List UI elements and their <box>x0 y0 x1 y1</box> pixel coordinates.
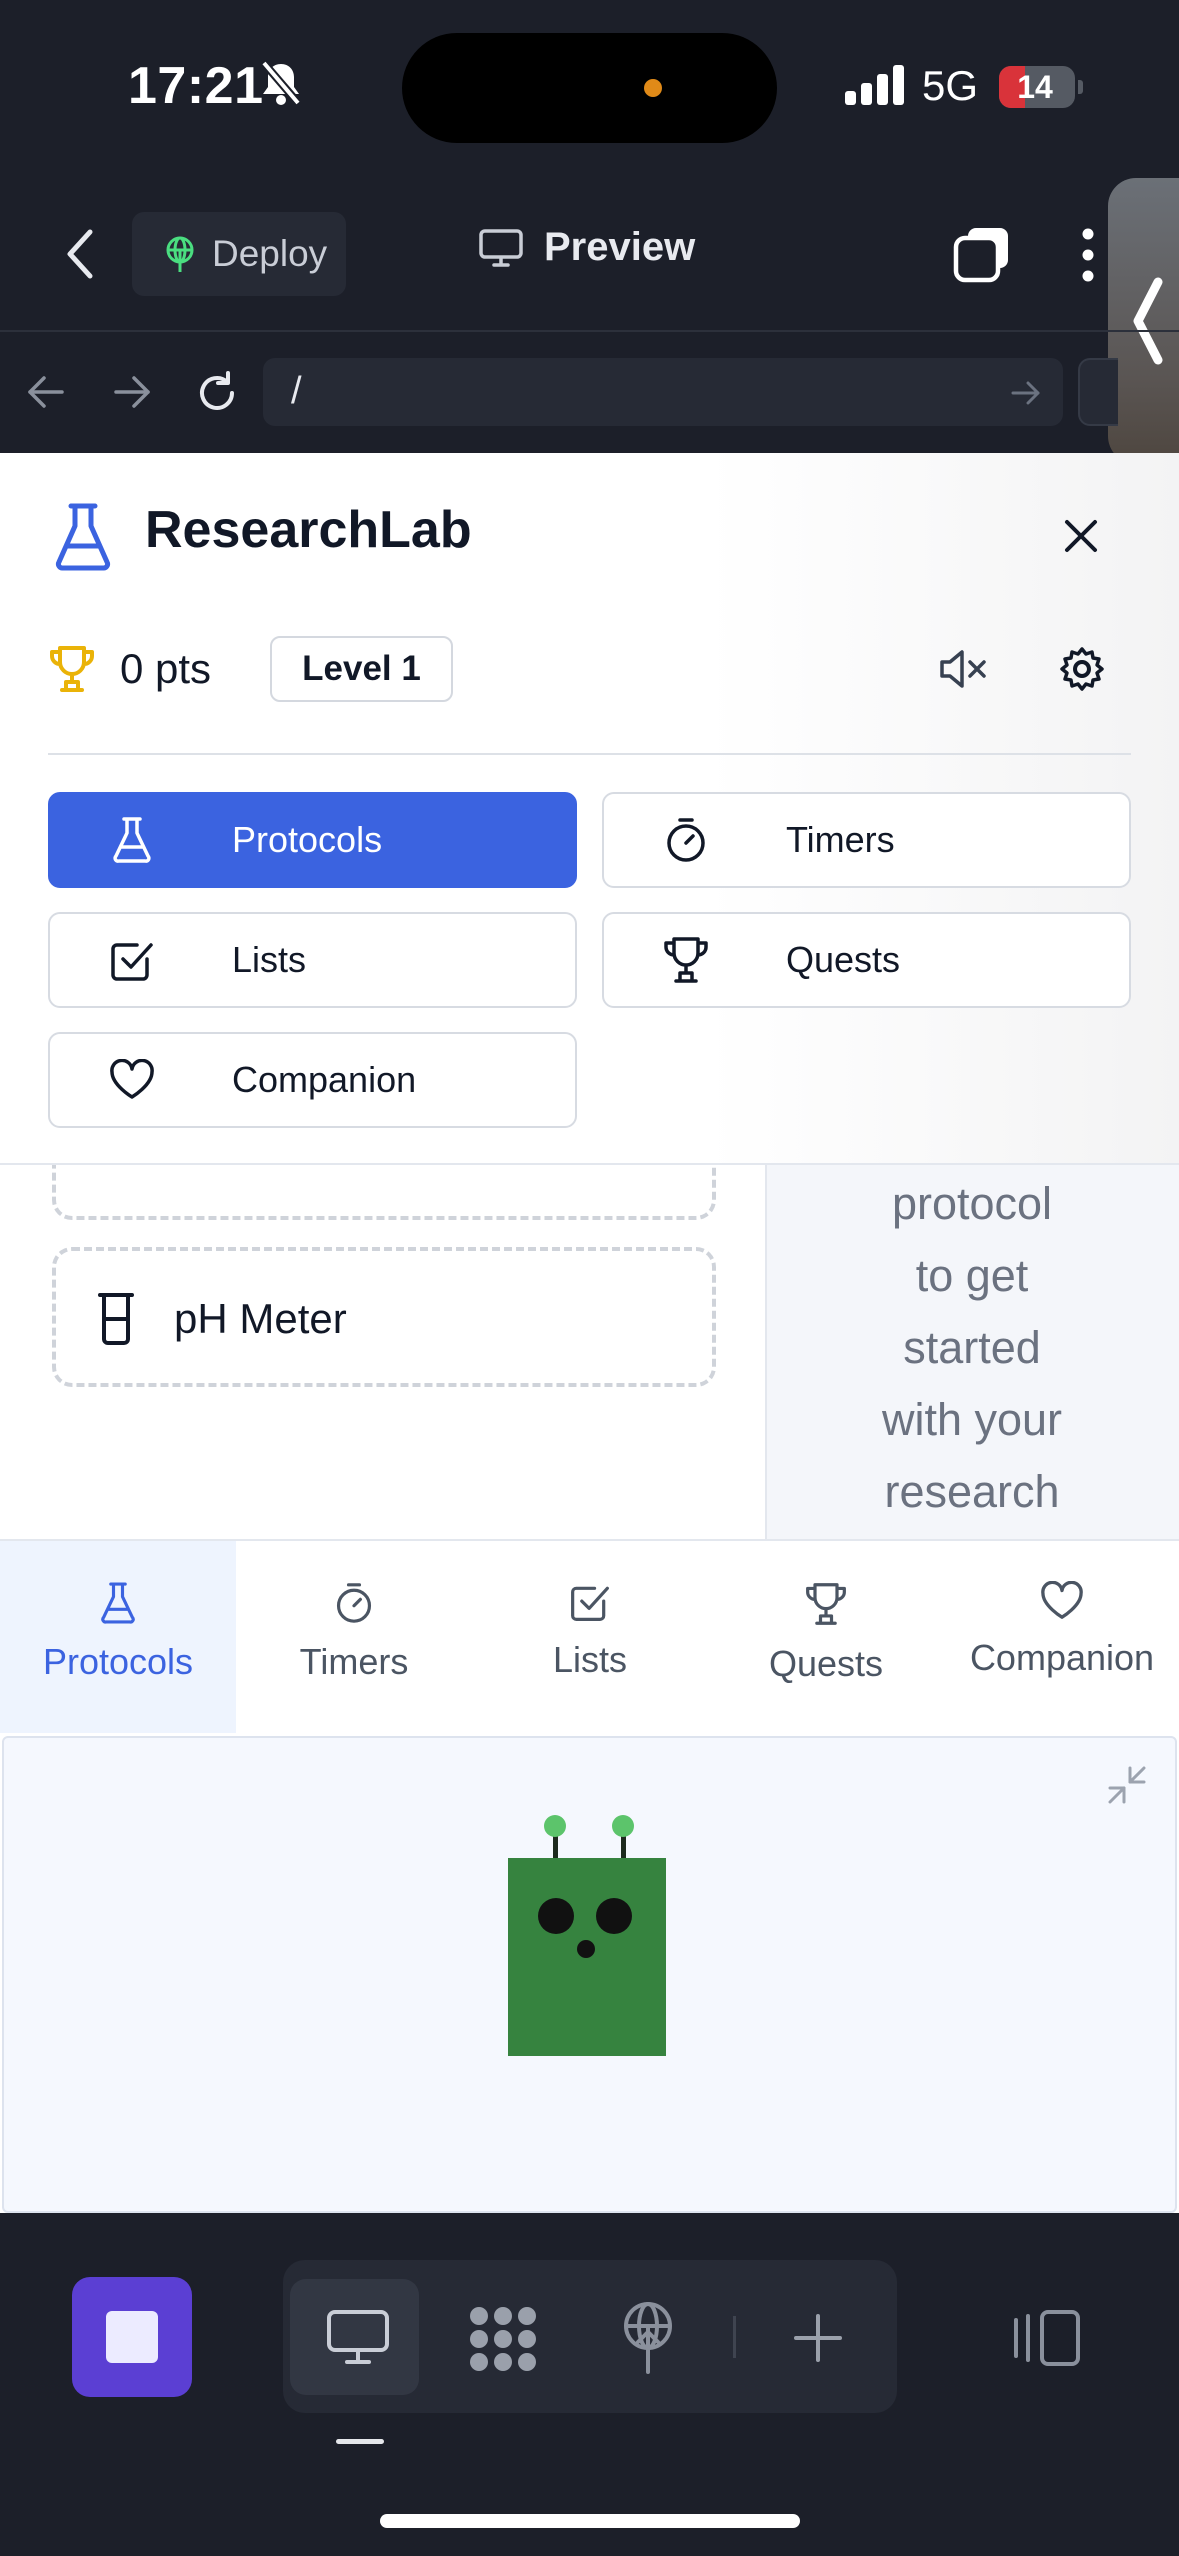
checkbox-icon <box>102 937 162 983</box>
trophy-icon <box>656 935 716 985</box>
minimize-icon[interactable] <box>1106 1764 1148 1806</box>
tab-protocols[interactable]: Protocols <box>0 1541 236 1733</box>
hint-line: research <box>884 1466 1060 1517</box>
heart-icon <box>102 1059 162 1101</box>
robot-antenna-tip <box>612 1815 634 1837</box>
dynamic-island <box>402 33 777 143</box>
protocol-hint-text: protocol to get started with your resear… <box>765 1165 1179 1528</box>
robot-eye <box>596 1898 632 1934</box>
trophy-points-icon <box>48 644 96 694</box>
flask-icon <box>100 1581 136 1625</box>
stop-icon <box>106 2311 158 2363</box>
plus-icon[interactable] <box>792 2312 844 2364</box>
home-indicator <box>380 2514 800 2528</box>
side-panel-handle[interactable] <box>1108 178 1179 464</box>
hint-line: protocol <box>891 1178 1053 1229</box>
split-view-icon[interactable] <box>1012 2308 1082 2368</box>
arrow-right-icon[interactable] <box>112 374 152 410</box>
go-arrow-icon[interactable] <box>1010 380 1042 406</box>
battery-percent: 14 <box>1017 69 1053 105</box>
nav-label: Lists <box>232 939 307 980</box>
hint-line: with your <box>881 1394 1063 1445</box>
nav-label: Protocols <box>232 819 383 860</box>
trophy-icon <box>804 1581 848 1627</box>
level-badge: Level 1 <box>270 636 453 702</box>
monitor-icon[interactable] <box>325 2308 391 2366</box>
nav-label: Timers <box>786 819 895 860</box>
tab-label: Timers <box>299 1641 409 1682</box>
deploy-button[interactable]: Deploy <box>132 212 346 296</box>
flask-icon <box>102 816 162 864</box>
tab-label: Companion <box>969 1637 1155 1678</box>
nav-quests[interactable]: Quests <box>602 912 1131 1008</box>
battery-nub <box>1078 80 1083 94</box>
tab-label: Lists <box>552 1639 628 1680</box>
mute-icon[interactable] <box>938 648 988 690</box>
bell-slash-icon <box>258 58 304 108</box>
url-bar-extra <box>1078 358 1118 426</box>
preview-label: Preview <box>544 225 696 269</box>
header-divider <box>48 753 1131 755</box>
robot-antenna-tip <box>544 1815 566 1837</box>
toolbar-divider <box>0 330 1179 332</box>
timer-icon <box>334 1581 374 1625</box>
back-chevron-icon[interactable] <box>60 224 100 284</box>
points-display: 0 pts <box>120 645 212 692</box>
tab-quests[interactable]: Quests <box>708 1541 944 1733</box>
app-title: ResearchLab <box>145 501 472 559</box>
checkbox-icon <box>569 1581 611 1623</box>
more-vertical-icon[interactable] <box>1078 226 1098 284</box>
battery-indicator: 14 <box>999 66 1075 108</box>
tab-lists[interactable]: Lists <box>472 1541 708 1733</box>
url-path: / <box>291 370 302 412</box>
timer-icon <box>656 816 716 864</box>
nav-label: Companion <box>232 1059 417 1100</box>
network-label: 5G <box>922 62 979 109</box>
heart-icon <box>1039 1581 1085 1621</box>
robot-nose <box>577 1940 595 1958</box>
hint-line: to get <box>915 1250 1029 1301</box>
flask-logo-icon <box>55 502 111 572</box>
toolbar-separator <box>733 2316 736 2358</box>
tabs-icon[interactable] <box>952 224 1012 284</box>
nav-protocols[interactable]: Protocols <box>48 792 577 888</box>
deploy-icon[interactable] <box>618 2300 678 2376</box>
monitor-icon <box>478 228 524 268</box>
robot-eye <box>538 1898 574 1934</box>
hint-line: started <box>903 1322 1041 1373</box>
tab-label: Protocols <box>42 1641 194 1682</box>
nav-companion[interactable]: Companion <box>48 1032 577 1128</box>
close-icon[interactable] <box>1062 517 1100 555</box>
deploy-icon <box>162 234 198 274</box>
equipment-name: pH Meter <box>174 1295 347 1342</box>
nav-label: Quests <box>786 939 901 980</box>
preview-toggle[interactable]: Preview <box>478 225 695 270</box>
deploy-label: Deploy <box>212 233 328 274</box>
camera-indicator-dot <box>644 79 662 97</box>
tab-companion[interactable]: Companion <box>944 1541 1179 1733</box>
equipment-card[interactable]: pH Meter <box>52 1247 716 1387</box>
nav-lists[interactable]: Lists <box>48 912 577 1008</box>
active-tool-indicator <box>336 2439 384 2444</box>
tab-label: Quests <box>768 1643 884 1684</box>
status-time: 17:21 <box>128 57 264 115</box>
signal-icon <box>845 63 907 105</box>
reload-icon[interactable] <box>194 370 240 416</box>
url-input[interactable] <box>263 358 1063 426</box>
nav-timers[interactable]: Timers <box>602 792 1131 888</box>
gear-icon[interactable] <box>1059 646 1105 692</box>
tab-timers[interactable]: Timers <box>236 1541 472 1733</box>
collapse-handle-icon <box>1126 276 1166 366</box>
arrow-left-icon[interactable] <box>26 374 66 410</box>
apps-grid-icon[interactable] <box>465 2304 541 2374</box>
beaker-icon <box>96 1291 136 1347</box>
